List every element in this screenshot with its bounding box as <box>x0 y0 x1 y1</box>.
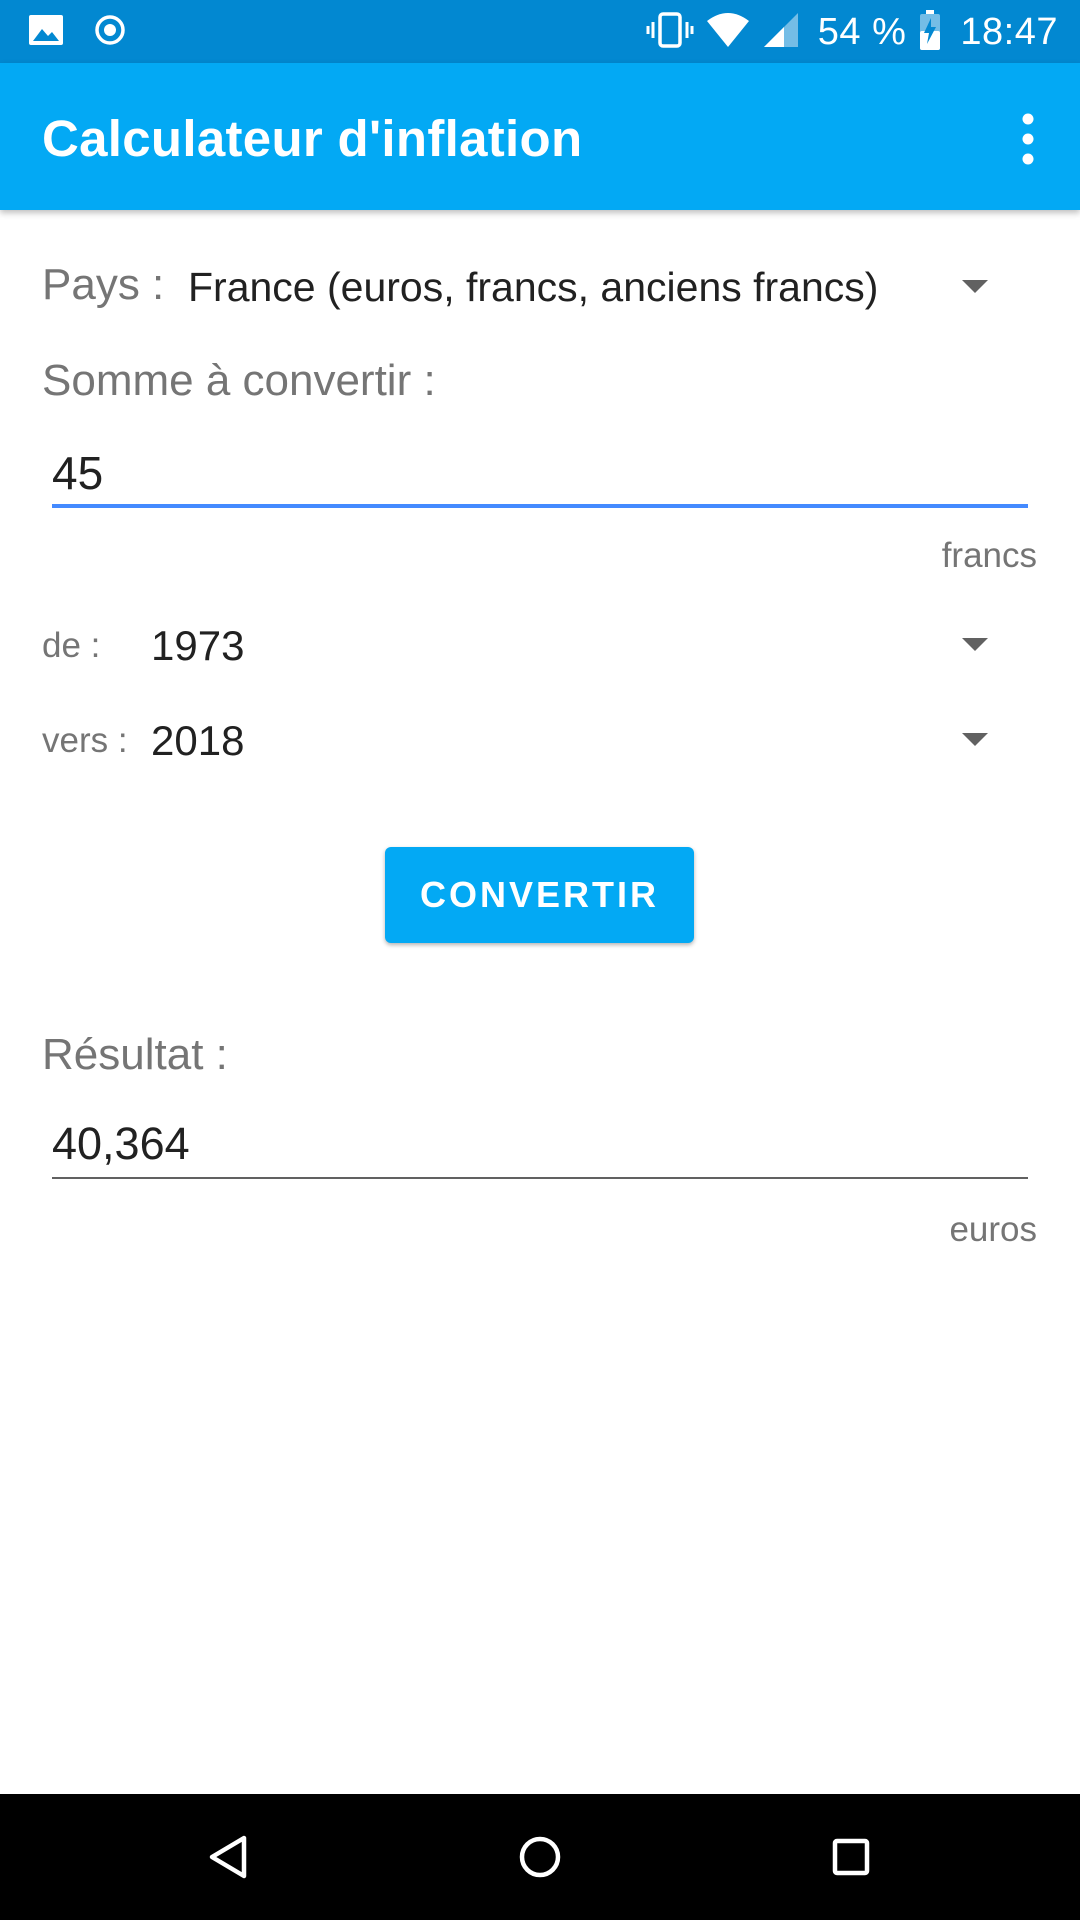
overflow-menu-button[interactable] <box>1008 109 1048 169</box>
status-bar: 54 % 18:47 <box>0 0 1080 63</box>
country-label: Pays : <box>42 260 165 309</box>
to-label: vers : <box>42 721 128 760</box>
recents-icon <box>832 1838 870 1876</box>
to-year-value: 2018 <box>151 717 245 764</box>
dropdown-arrow-icon <box>962 638 988 651</box>
image-icon <box>28 14 64 51</box>
vibrate-icon <box>646 10 694 55</box>
home-button[interactable] <box>507 1824 573 1890</box>
amount-underline <box>52 504 1028 508</box>
to-year-spinner[interactable]: vers : 2018 <box>30 707 1030 771</box>
navigation-bar <box>0 1794 1080 1920</box>
battery-percent: 54 % <box>817 10 907 53</box>
result-value: 40,364 <box>52 1118 190 1169</box>
amount-label: Somme à convertir : <box>42 356 436 405</box>
convert-button[interactable]: CONVERTIR <box>385 847 694 943</box>
record-icon <box>94 14 126 51</box>
from-year-spinner[interactable]: de : 1973 <box>30 612 1030 676</box>
app-bar: Calculateur d'inflation <box>0 63 1080 210</box>
amount-input[interactable]: 45 <box>52 440 1028 506</box>
result-unit: euros <box>949 1210 1037 1249</box>
back-icon <box>209 1835 247 1879</box>
recents-button[interactable] <box>818 1824 884 1890</box>
dropdown-arrow-icon <box>962 280 988 293</box>
result-field[interactable]: 40,364 <box>52 1112 1028 1176</box>
signal-icon <box>762 11 800 54</box>
dropdown-arrow-icon <box>962 733 988 746</box>
wifi-icon <box>706 11 750 54</box>
battery-charging-icon <box>918 9 942 56</box>
back-button[interactable] <box>196 1824 262 1890</box>
home-icon <box>519 1836 561 1878</box>
result-underline <box>52 1177 1028 1179</box>
more-vert-icon <box>1022 113 1034 165</box>
result-label: Résultat : <box>42 1030 228 1079</box>
amount-value: 45 <box>52 447 104 499</box>
app-title: Calculateur d'inflation <box>42 110 583 167</box>
amount-unit: francs <box>941 536 1037 575</box>
from-label: de : <box>42 626 101 665</box>
clock: 18:47 <box>960 10 1058 53</box>
country-spinner[interactable]: Pays : France (euros, francs, anciens fr… <box>30 250 1030 322</box>
country-value: France (euros, francs, anciens francs) <box>188 264 879 310</box>
from-year-value: 1973 <box>151 622 245 669</box>
